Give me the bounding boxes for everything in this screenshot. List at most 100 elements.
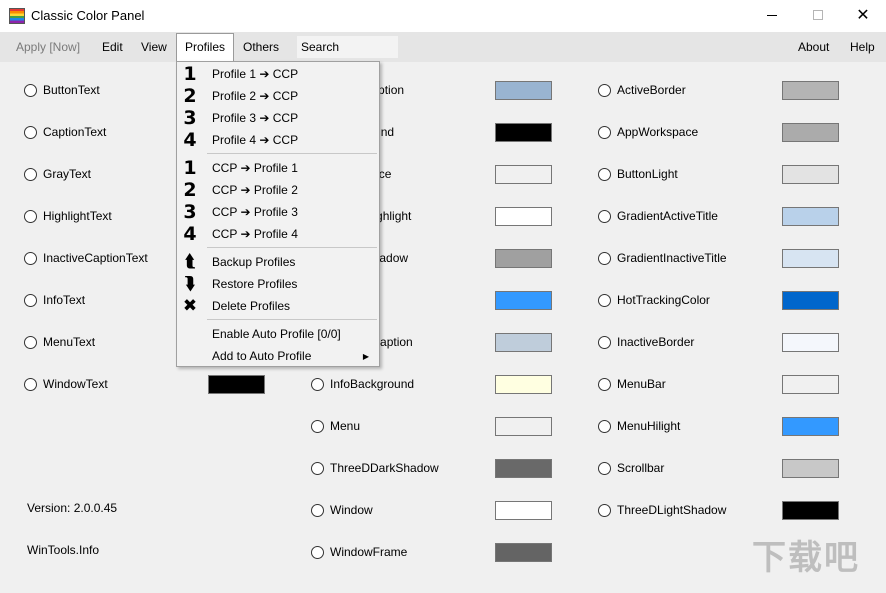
color-option-inactive-border[interactable]: InactiveBorder	[598, 332, 694, 352]
color-option-app-workspace[interactable]: AppWorkspace	[598, 122, 698, 142]
color-option-three-d-dark-shadow[interactable]: ThreeDDarkShadow	[311, 458, 439, 478]
radio-button[interactable]	[24, 125, 37, 139]
color-swatch-active-border[interactable]	[782, 81, 839, 100]
radio-button[interactable]	[311, 419, 324, 433]
radio-button[interactable]	[598, 83, 611, 97]
profiles-menu-item-ccp-profile-4[interactable]: 4 CCP ➔ Profile 4	[177, 223, 379, 245]
radio-button[interactable]	[598, 503, 611, 517]
menu-help[interactable]: Help	[842, 32, 883, 62]
radio-button[interactable]	[311, 545, 324, 559]
color-swatch-menu-bar[interactable]	[782, 375, 839, 394]
color-option-menu-hilight[interactable]: MenuHilight	[598, 416, 680, 436]
radio-button[interactable]	[24, 293, 37, 307]
radio-button[interactable]	[24, 377, 37, 391]
menu-view[interactable]: View	[133, 32, 175, 62]
color-option-inactive-caption-text[interactable]: InactiveCaptionText	[24, 248, 148, 268]
color-option-three-d-light-shadow[interactable]: ThreeDLightShadow	[598, 500, 726, 520]
color-option-gray-text[interactable]: GrayText	[24, 164, 91, 184]
color-swatch-window-frame[interactable]	[495, 543, 552, 562]
profiles-menu-item-ccp-profile-2[interactable]: 2 CCP ➔ Profile 2	[177, 179, 379, 201]
profiles-menu-item-add-to-auto-profile[interactable]: Add to Auto Profile ▶	[177, 345, 379, 367]
color-swatch-inactive-border[interactable]	[782, 333, 839, 352]
profiles-menu-item-backup-profiles[interactable]: ⮬ Backup Profiles	[177, 251, 379, 273]
minimize-button[interactable]	[749, 0, 795, 30]
color-swatch-background[interactable]	[495, 123, 552, 142]
radio-button[interactable]	[311, 503, 324, 517]
color-swatch-three-d-dark-shadow[interactable]	[495, 459, 552, 478]
search-input[interactable]: Search	[297, 36, 398, 58]
color-swatch-button-light[interactable]	[782, 165, 839, 184]
radio-button[interactable]	[598, 209, 611, 223]
radio-button[interactable]	[598, 167, 611, 181]
color-option-menu[interactable]: Menu	[311, 416, 360, 436]
color-swatch-gradient-active-title[interactable]	[782, 207, 839, 226]
color-swatch-hot-tracking-color[interactable]	[782, 291, 839, 310]
profiles-menu-item-delete-profiles[interactable]: ✖ Delete Profiles	[177, 295, 379, 317]
menu-edit[interactable]: Edit	[94, 32, 131, 62]
radio-button[interactable]	[24, 335, 37, 349]
color-option-window-text[interactable]: WindowText	[24, 374, 108, 394]
radio-button[interactable]	[598, 251, 611, 265]
color-swatch-app-workspace[interactable]	[782, 123, 839, 142]
color-swatch-button-highlight[interactable]	[495, 207, 552, 226]
radio-button[interactable]	[598, 377, 611, 391]
color-option-label: InactiveBorder	[617, 335, 695, 349]
profiles-menu-item-enable-auto-profile-00[interactable]: Enable Auto Profile [0/0]	[177, 323, 379, 345]
website-link[interactable]: WinTools.Info	[27, 543, 99, 557]
profiles-menu-item-profile-2-ccp[interactable]: 2 Profile 2 ➔ CCP	[177, 85, 379, 107]
radio-button[interactable]	[24, 209, 37, 223]
color-option-active-border[interactable]: ActiveBorder	[598, 80, 686, 100]
profiles-menu-item-ccp-profile-1[interactable]: 1 CCP ➔ Profile 1	[177, 157, 379, 179]
maximize-button[interactable]	[795, 0, 841, 30]
color-swatch-three-d-light-shadow[interactable]	[782, 501, 839, 520]
radio-button[interactable]	[598, 335, 611, 349]
color-swatch-window-text[interactable]	[208, 375, 265, 394]
menu-profiles[interactable]: Profiles	[176, 33, 235, 62]
radio-button[interactable]	[24, 83, 37, 97]
color-swatch-highlight[interactable]	[495, 291, 552, 310]
color-option-info-background[interactable]: InfoBackground	[311, 374, 414, 394]
menu-apply-now[interactable]: Apply [Now]	[8, 32, 88, 62]
color-option-gradient-active-title[interactable]: GradientActiveTitle	[598, 206, 718, 226]
radio-button[interactable]	[311, 377, 324, 391]
color-option-scrollbar[interactable]: Scrollbar	[598, 458, 664, 478]
radio-button[interactable]	[598, 419, 611, 433]
color-swatch-scrollbar[interactable]	[782, 459, 839, 478]
profiles-menu-item-profile-1-ccp[interactable]: 1 Profile 1 ➔ CCP	[177, 63, 379, 85]
color-option-caption-text[interactable]: CaptionText	[24, 122, 106, 142]
color-option-info-text[interactable]: InfoText	[24, 290, 85, 310]
radio-button[interactable]	[311, 461, 324, 475]
color-option-window-frame[interactable]: WindowFrame	[311, 542, 407, 562]
color-swatch-info-background[interactable]	[495, 375, 552, 394]
color-swatch-menu-hilight[interactable]	[782, 417, 839, 436]
color-swatch-button-face[interactable]	[495, 165, 552, 184]
menu-bar: Apply [Now] Edit View Profiles Others Ab…	[0, 32, 886, 62]
color-swatch-window[interactable]	[495, 501, 552, 520]
color-swatch-inactive-caption[interactable]	[495, 333, 552, 352]
color-swatch-menu[interactable]	[495, 417, 552, 436]
color-swatch-active-caption[interactable]	[495, 81, 552, 100]
radio-button[interactable]	[24, 167, 37, 181]
radio-button[interactable]	[24, 251, 37, 265]
menu-about[interactable]: About	[790, 32, 837, 62]
profiles-menu-item-ccp-profile-3[interactable]: 3 CCP ➔ Profile 3	[177, 201, 379, 223]
color-option-highlight-text[interactable]: HighlightText	[24, 206, 112, 226]
color-option-gradient-inactive-title[interactable]: GradientInactiveTitle	[598, 248, 727, 268]
color-option-menu-text[interactable]: MenuText	[24, 332, 95, 352]
color-option-button-text[interactable]: ButtonText	[24, 80, 100, 100]
menu-item-label: CCP ➔ Profile 1	[212, 161, 298, 175]
color-swatch-gradient-inactive-title[interactable]	[782, 249, 839, 268]
menu-others[interactable]: Others	[235, 32, 287, 62]
radio-button[interactable]	[598, 461, 611, 475]
radio-button[interactable]	[598, 125, 611, 139]
color-option-menu-bar[interactable]: MenuBar	[598, 374, 666, 394]
close-button[interactable]: ✕	[840, 0, 886, 30]
profiles-menu-item-restore-profiles[interactable]: ⮯ Restore Profiles	[177, 273, 379, 295]
profiles-menu-item-profile-3-ccp[interactable]: 3 Profile 3 ➔ CCP	[177, 107, 379, 129]
radio-button[interactable]	[598, 293, 611, 307]
color-option-window[interactable]: Window	[311, 500, 373, 520]
profiles-menu-item-profile-4-ccp[interactable]: 4 Profile 4 ➔ CCP	[177, 129, 379, 151]
color-option-button-light[interactable]: ButtonLight	[598, 164, 678, 184]
color-option-hot-tracking-color[interactable]: HotTrackingColor	[598, 290, 710, 310]
color-swatch-button-shadow[interactable]	[495, 249, 552, 268]
